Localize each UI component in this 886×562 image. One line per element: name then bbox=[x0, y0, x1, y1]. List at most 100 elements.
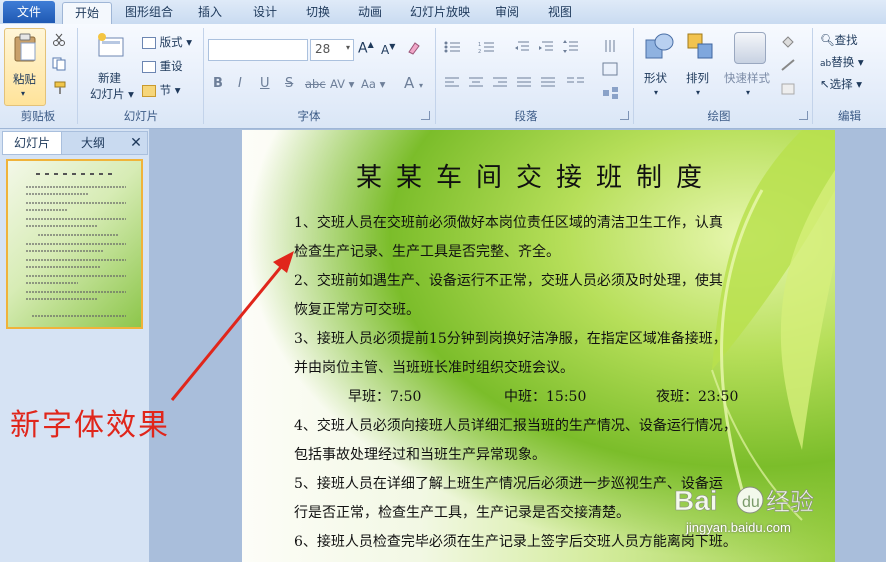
align-left-icon[interactable] bbox=[444, 76, 460, 93]
shape-outline-icon[interactable] bbox=[780, 58, 800, 75]
drawing-dialog-launcher[interactable] bbox=[799, 111, 808, 120]
slide-text-line[interactable]: 恢复正常方可交班。 bbox=[294, 299, 420, 319]
shapes-dropdown-arrow: ▾ bbox=[654, 88, 659, 97]
justify-icon[interactable] bbox=[516, 76, 532, 93]
decrease-indent-icon[interactable] bbox=[514, 40, 530, 57]
paste-button[interactable]: 粘贴 ▾ bbox=[4, 28, 46, 106]
select-button[interactable]: ↖选择 ▾ bbox=[820, 76, 862, 92]
distributed-icon[interactable] bbox=[540, 76, 556, 93]
bold-button[interactable]: B bbox=[213, 76, 223, 91]
font-size-value: 28 bbox=[315, 42, 331, 56]
slide-title[interactable]: 某某车间交接班制度 bbox=[356, 157, 716, 194]
font-color-button[interactable]: A ▾ bbox=[404, 74, 423, 92]
arrange-label: 排列 bbox=[686, 71, 709, 85]
quick-styles-button[interactable]: 快速样式 ▾ bbox=[722, 28, 776, 104]
paste-label: 粘贴 bbox=[13, 72, 36, 86]
increase-indent-icon[interactable] bbox=[538, 40, 554, 57]
layout-icon bbox=[142, 36, 156, 49]
new-slide-icon bbox=[98, 33, 124, 57]
svg-text:Bai: Bai bbox=[674, 485, 718, 516]
quick-styles-label: 快速样式 bbox=[724, 71, 770, 85]
annotation-arrow bbox=[170, 251, 294, 401]
shapes-button[interactable]: 形状 ▾ bbox=[640, 28, 676, 104]
replace-button[interactable]: ab替换 ▾ bbox=[820, 54, 864, 70]
baidu-watermark: Bai du 经验 jingyan.baidu.com bbox=[672, 480, 840, 540]
slide-text-line[interactable]: 3、接班人员必须提前15分钟到岗换好洁净服，在指定区域准备接班， bbox=[294, 328, 727, 348]
format-painter-icon[interactable] bbox=[52, 81, 68, 95]
shape-fill-icon[interactable] bbox=[780, 34, 800, 51]
underline-button[interactable]: U bbox=[260, 76, 270, 91]
arrange-button[interactable]: 排列 ▾ bbox=[682, 28, 718, 104]
tab-outline-panel[interactable]: 大纲 bbox=[63, 132, 123, 154]
strikethrough-button[interactable]: S bbox=[285, 76, 293, 91]
slide-text-line[interactable]: 2、交班前如遇生产、设备运行不正常，交班人员必须及时处理，使其 bbox=[294, 270, 723, 290]
tab-animations[interactable]: 动画 bbox=[350, 2, 390, 24]
numbering-button[interactable]: 12 bbox=[478, 40, 502, 57]
slide-text-line[interactable]: 检查生产记录、生产工具是否完整、齐全。 bbox=[294, 241, 560, 261]
close-panel-icon[interactable]: ✕ bbox=[125, 132, 147, 154]
font-dialog-launcher[interactable] bbox=[421, 111, 430, 120]
font-name-combo[interactable] bbox=[208, 39, 308, 61]
shape-effects-icon[interactable] bbox=[780, 82, 800, 99]
layout-button[interactable]: 版式 ▾ bbox=[142, 34, 192, 50]
slide-text-line[interactable]: 并由岗位主管、当班班长准时组织交班会议。 bbox=[294, 357, 574, 377]
new-slide-sublabel: 幻灯片 ▾ bbox=[90, 87, 134, 101]
find-icon: 🔍︎ bbox=[820, 33, 835, 47]
tab-transitions[interactable]: 切换 bbox=[298, 2, 338, 24]
section-button[interactable]: 节 ▾ bbox=[142, 82, 181, 98]
thumbnail-preview bbox=[26, 173, 126, 317]
slide-thumbnail[interactable] bbox=[6, 159, 143, 329]
change-case-button[interactable]: Aa ▾ bbox=[361, 77, 385, 91]
tab-review[interactable]: 审阅 bbox=[487, 2, 527, 24]
svg-text:经验: 经验 bbox=[766, 488, 814, 516]
slide-text-line[interactable]: 6、接班人员检查完毕必须在生产记录上签字后交班人员方能离岗下班。 bbox=[294, 531, 737, 551]
slide-text-line[interactable]: 5、接班人员在详细了解上班生产情况后必须进一步巡视生产、设备运 bbox=[294, 473, 723, 493]
tab-insert[interactable]: 插入 bbox=[190, 2, 230, 24]
align-text-icon[interactable] bbox=[602, 62, 620, 79]
shrink-font-button[interactable]: A▼ bbox=[381, 42, 395, 57]
clear-format-icon[interactable] bbox=[406, 40, 422, 56]
align-right-icon[interactable] bbox=[492, 76, 508, 93]
cut-icon[interactable] bbox=[52, 33, 66, 47]
shapes-icon bbox=[645, 33, 674, 59]
slide-text-line[interactable]: 行是否正常，检查生产工具，生产记录是否交接清楚。 bbox=[294, 502, 630, 522]
char-spacing-button[interactable]: AV ▾ bbox=[330, 77, 354, 91]
grow-font-button[interactable]: A▲ bbox=[358, 40, 374, 57]
columns-icon[interactable] bbox=[566, 76, 586, 93]
find-button[interactable]: 🔍︎查找 bbox=[820, 32, 858, 48]
tab-view[interactable]: 视图 bbox=[540, 2, 580, 24]
reset-icon bbox=[142, 60, 156, 73]
align-center-icon[interactable] bbox=[468, 76, 484, 93]
shift-time-morning[interactable]: 早班：7:50 bbox=[348, 386, 421, 406]
tab-slides-panel[interactable]: 幻灯片 bbox=[3, 132, 62, 154]
font-size-combo[interactable]: 28 ▾ bbox=[310, 39, 354, 61]
tab-home[interactable]: 开始 bbox=[62, 2, 112, 25]
slide-text-line[interactable]: 包括事故处理经过和当班生产异常现象。 bbox=[294, 444, 546, 464]
group-separator bbox=[77, 28, 78, 124]
group-label-slides: 幻灯片 bbox=[123, 109, 159, 123]
paragraph-dialog-launcher[interactable] bbox=[620, 111, 629, 120]
smartart-icon[interactable] bbox=[602, 86, 620, 103]
slide-text-line[interactable]: 1、交班人员在交班前必须做好本岗位责任区域的清洁卫生工作，认真 bbox=[294, 212, 723, 232]
ribbon: 粘贴 ▾ 剪贴板 新建 幻灯片 ▾ 版式 ▾ 重设 节 ▾ 幻灯片 28 ▾ A… bbox=[0, 24, 886, 129]
clipboard-icon bbox=[14, 33, 36, 62]
line-spacing-icon[interactable] bbox=[562, 40, 586, 57]
copy-icon[interactable] bbox=[52, 57, 68, 71]
tab-file[interactable]: 文件 bbox=[3, 1, 55, 23]
bullets-button[interactable] bbox=[444, 40, 468, 57]
shift-time-night[interactable]: 夜班：23:50 bbox=[656, 386, 738, 406]
tab-shape-group[interactable]: 图形组合 bbox=[118, 2, 180, 24]
arrange-icon bbox=[687, 33, 713, 59]
tab-design[interactable]: 设计 bbox=[245, 2, 285, 24]
italic-button[interactable]: I bbox=[238, 76, 242, 91]
cursor-icon: ↖ bbox=[820, 77, 830, 91]
slide-text-line[interactable]: 4、交班人员必须向接班人员详细汇报当班的生产情况、设备运行情况， bbox=[294, 415, 737, 435]
shift-time-middle[interactable]: 中班：15:50 bbox=[504, 386, 586, 406]
tab-slideshow[interactable]: 幻灯片放映 bbox=[402, 2, 478, 24]
group-label-clipboard: 剪贴板 bbox=[20, 109, 56, 123]
svg-text:2: 2 bbox=[478, 49, 481, 54]
new-slide-button[interactable]: 新建 幻灯片 ▾ bbox=[84, 28, 136, 104]
reset-button[interactable]: 重设 bbox=[142, 58, 183, 74]
text-direction-icon[interactable] bbox=[602, 38, 620, 59]
shadow-button[interactable]: abc bbox=[305, 77, 326, 91]
